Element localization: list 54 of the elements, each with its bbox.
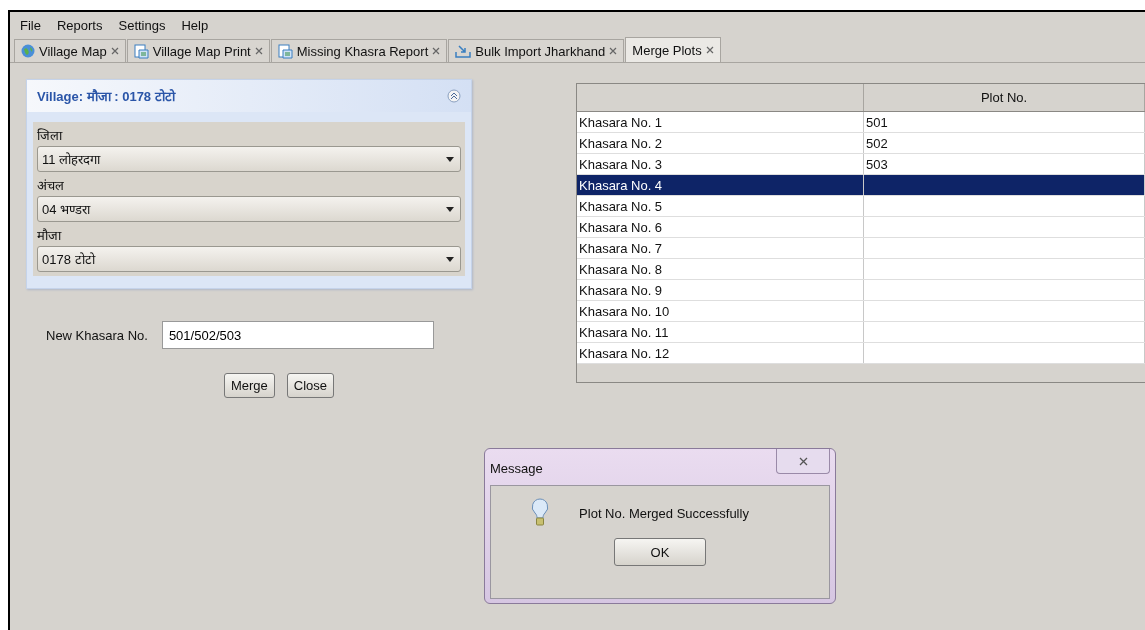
- dropdown-arrow-icon: [446, 156, 454, 162]
- field-label: New Khasara No.: [46, 327, 148, 343]
- tab[interactable]: Village Map: [14, 39, 126, 62]
- button[interactable]: Merge: [223, 373, 275, 398]
- panel-title: Village: मौजा : 0178 टोटो: [37, 88, 175, 105]
- menu-item[interactable]: File: [14, 18, 47, 33]
- collapse-icon[interactable]: [447, 89, 461, 103]
- tray-icon: [455, 44, 472, 58]
- dropdown-arrow-icon: [446, 256, 454, 262]
- dropdown-arrow-icon: [446, 206, 454, 212]
- table-row[interactable]: Khasara No. 4: [577, 175, 1145, 196]
- table-row[interactable]: Khasara No. 8: [577, 259, 1145, 280]
- close-icon: [705, 46, 714, 54]
- close-icon: [609, 47, 618, 55]
- field-label: अंचल: [37, 177, 65, 195]
- button[interactable]: Close: [286, 373, 335, 398]
- close-icon: [110, 47, 119, 55]
- table-row[interactable]: Khasara No. 10: [577, 301, 1145, 322]
- close-icon: [254, 47, 263, 55]
- tab-label: Merge Plots: [632, 42, 702, 58]
- document-icon: [277, 43, 293, 59]
- table-row[interactable]: Khasara No. 11: [577, 322, 1145, 343]
- dropdown[interactable]: 11 लोहरदगा: [37, 146, 461, 172]
- tab[interactable]: Missing Khasra Report: [270, 39, 448, 62]
- tab[interactable]: Bulk Import Jharkhand: [448, 39, 625, 62]
- tab-label: Missing Khasra Report: [296, 43, 429, 59]
- table-row[interactable]: Khasara No. 7: [577, 238, 1145, 259]
- menu-item[interactable]: Settings: [112, 18, 172, 33]
- menu-item[interactable]: Reports: [50, 18, 109, 33]
- table-row[interactable]: Khasara No. 5: [577, 196, 1145, 217]
- column-header: Plot No.: [864, 84, 1145, 111]
- dropdown[interactable]: 0178 टोटो: [37, 246, 461, 272]
- ok-button[interactable]: OK: [614, 538, 706, 566]
- tab[interactable]: Village Map Print: [126, 39, 270, 62]
- close-icon: [432, 47, 441, 55]
- tab-label: Bulk Import Jharkhand: [475, 43, 606, 59]
- close-icon: [798, 456, 808, 466]
- menu-item[interactable]: Help: [175, 18, 215, 33]
- dropdown[interactable]: 04 भण्डरा: [37, 196, 461, 222]
- table-row[interactable]: Khasara No. 1 501: [577, 112, 1145, 133]
- tab-label: Village Map Print: [152, 43, 251, 59]
- dialog-message: Plot No. Merged Successfully: [579, 505, 749, 521]
- tab-label: Village Map: [39, 43, 107, 59]
- table-row[interactable]: Khasara No. 6: [577, 217, 1145, 238]
- document-icon: [133, 43, 149, 59]
- table-row[interactable]: Khasara No. 9: [577, 280, 1145, 301]
- table-row[interactable]: Khasara No. 2 502: [577, 133, 1145, 154]
- field-label: मौजा: [37, 227, 63, 245]
- text-field[interactable]: 501/502/503: [161, 321, 434, 349]
- lightbulb-icon: [531, 498, 550, 528]
- tab[interactable]: Merge Plots: [625, 37, 721, 62]
- dialog-title: Message: [490, 461, 543, 476]
- globe-icon: [21, 44, 35, 58]
- field-label: जिला: [37, 127, 64, 145]
